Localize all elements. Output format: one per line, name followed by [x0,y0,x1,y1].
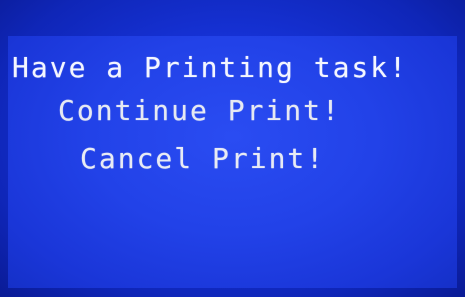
continue-print-option[interactable]: Continue Print! [58,97,341,125]
cancel-print-option[interactable]: Cancel Print! [80,145,325,173]
print-task-message: Have a Printing task! [12,51,409,84]
lcd-display: Have a Printing task! Continue Print! Ca… [0,0,465,297]
